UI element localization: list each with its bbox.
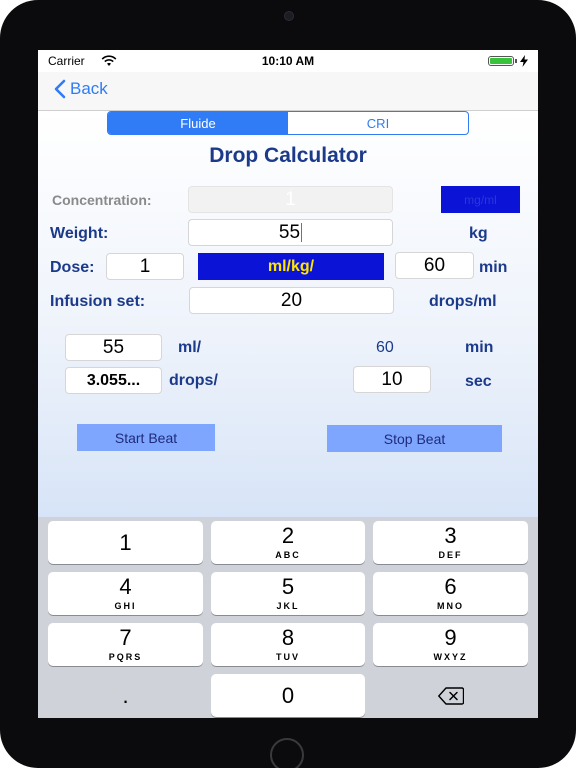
key-6[interactable]: 6 MNO bbox=[373, 572, 528, 615]
dose-time-field[interactable]: 60 bbox=[395, 252, 474, 279]
result-volume-time: 60 bbox=[376, 339, 394, 356]
backspace-icon bbox=[437, 686, 464, 705]
weight-field[interactable]: 55 bbox=[188, 219, 393, 246]
key-8[interactable]: 8 TUV bbox=[211, 623, 365, 666]
navigation-bar: Back bbox=[38, 72, 538, 111]
text-cursor bbox=[301, 223, 303, 242]
weight-value: 55 bbox=[278, 221, 301, 243]
device-frame: Carrier 10:10 AM Back Fluide CRI Drop Ca… bbox=[0, 0, 576, 768]
status-time: 10:10 AM bbox=[261, 54, 315, 68]
dose-field[interactable]: 1 bbox=[106, 253, 184, 280]
concentration-field[interactable]: 1 bbox=[188, 186, 393, 213]
result-volume-time-unit: min bbox=[465, 339, 494, 356]
key-digit: 4 bbox=[119, 574, 132, 599]
key-digit: 5 bbox=[281, 574, 295, 599]
result-drops-unit: drops/ bbox=[169, 372, 218, 389]
page-title: Drop Calculator bbox=[209, 144, 367, 167]
key-digit: 6 bbox=[444, 574, 457, 599]
dose-label: Dose: bbox=[50, 259, 95, 276]
concentration-label: Concentration: bbox=[52, 192, 152, 208]
home-button[interactable] bbox=[270, 738, 304, 768]
key-digit: 0 bbox=[281, 682, 295, 708]
key-digit: 7 bbox=[119, 625, 132, 650]
result-volume-unit: ml/ bbox=[178, 339, 202, 356]
key-1[interactable]: 1 bbox=[48, 521, 203, 564]
key-letters: MNO bbox=[437, 601, 464, 611]
key-digit: 9 bbox=[444, 625, 457, 650]
segment-fluide[interactable]: Fluide bbox=[108, 112, 288, 134]
app-screen: Carrier 10:10 AM Back Fluide CRI Drop Ca… bbox=[38, 50, 538, 718]
key-letters: ABC bbox=[275, 550, 301, 560]
calculator-content: Fluide CRI Drop Calculator Concentration… bbox=[38, 111, 538, 517]
key-letters: TUV bbox=[276, 652, 300, 662]
mode-segmented-control: Fluide CRI bbox=[107, 111, 469, 135]
key-letters: JKL bbox=[276, 601, 300, 611]
numeric-keypad: 1 2 ABC 3 DEF 4 GHI 5 JKL 6 MNO 7 PQRS 8… bbox=[38, 517, 538, 718]
charging-bolt-icon bbox=[520, 55, 528, 67]
key-9[interactable]: 9 WXYZ bbox=[373, 623, 528, 666]
segment-cri[interactable]: CRI bbox=[288, 112, 468, 134]
infusion-set-label: Infusion set: bbox=[50, 293, 146, 310]
key-0[interactable]: 0 bbox=[211, 674, 365, 717]
key-digit: . bbox=[122, 682, 129, 708]
key-letters: GHI bbox=[114, 601, 137, 611]
key-digit: 2 bbox=[281, 523, 295, 548]
dose-time-unit: min bbox=[479, 259, 508, 276]
key-5[interactable]: 5 JKL bbox=[211, 572, 365, 615]
infusion-set-field[interactable]: 20 bbox=[189, 287, 394, 314]
key-letters: WXYZ bbox=[433, 652, 468, 662]
key-4[interactable]: 4 GHI bbox=[48, 572, 203, 615]
result-drops-time-unit: sec bbox=[465, 373, 492, 390]
stop-beat-button[interactable]: Stop Beat bbox=[327, 425, 502, 452]
weight-label: Weight: bbox=[50, 225, 109, 242]
result-volume-field: 55 bbox=[65, 334, 162, 361]
key-backspace[interactable] bbox=[373, 674, 528, 717]
infusion-set-unit: drops/ml bbox=[429, 293, 497, 310]
battery-tip bbox=[515, 59, 517, 63]
chevron-left-icon bbox=[54, 79, 66, 99]
key-3[interactable]: 3 DEF bbox=[373, 521, 528, 564]
back-button[interactable]: Back bbox=[54, 79, 108, 99]
key-digit: 1 bbox=[119, 529, 132, 555]
key-digit: 8 bbox=[281, 625, 295, 650]
back-label: Back bbox=[70, 79, 108, 98]
key-7[interactable]: 7 PQRS bbox=[48, 623, 203, 666]
key-decimal[interactable]: . bbox=[48, 674, 203, 717]
dose-unit-button[interactable]: ml/kg/ bbox=[198, 253, 384, 280]
key-2[interactable]: 2 ABC bbox=[211, 521, 365, 564]
result-drops-time-field[interactable]: 10 bbox=[353, 366, 431, 393]
start-beat-button[interactable]: Start Beat bbox=[77, 424, 215, 451]
battery-icon bbox=[488, 56, 514, 66]
result-drops-field: 3.055... bbox=[65, 367, 162, 394]
key-letters: DEF bbox=[438, 550, 463, 560]
concentration-unit-button[interactable]: mg/ml bbox=[441, 186, 520, 213]
key-letters: PQRS bbox=[108, 652, 143, 662]
weight-unit: kg bbox=[469, 225, 488, 242]
front-camera bbox=[284, 11, 294, 21]
key-digit: 3 bbox=[444, 523, 457, 548]
